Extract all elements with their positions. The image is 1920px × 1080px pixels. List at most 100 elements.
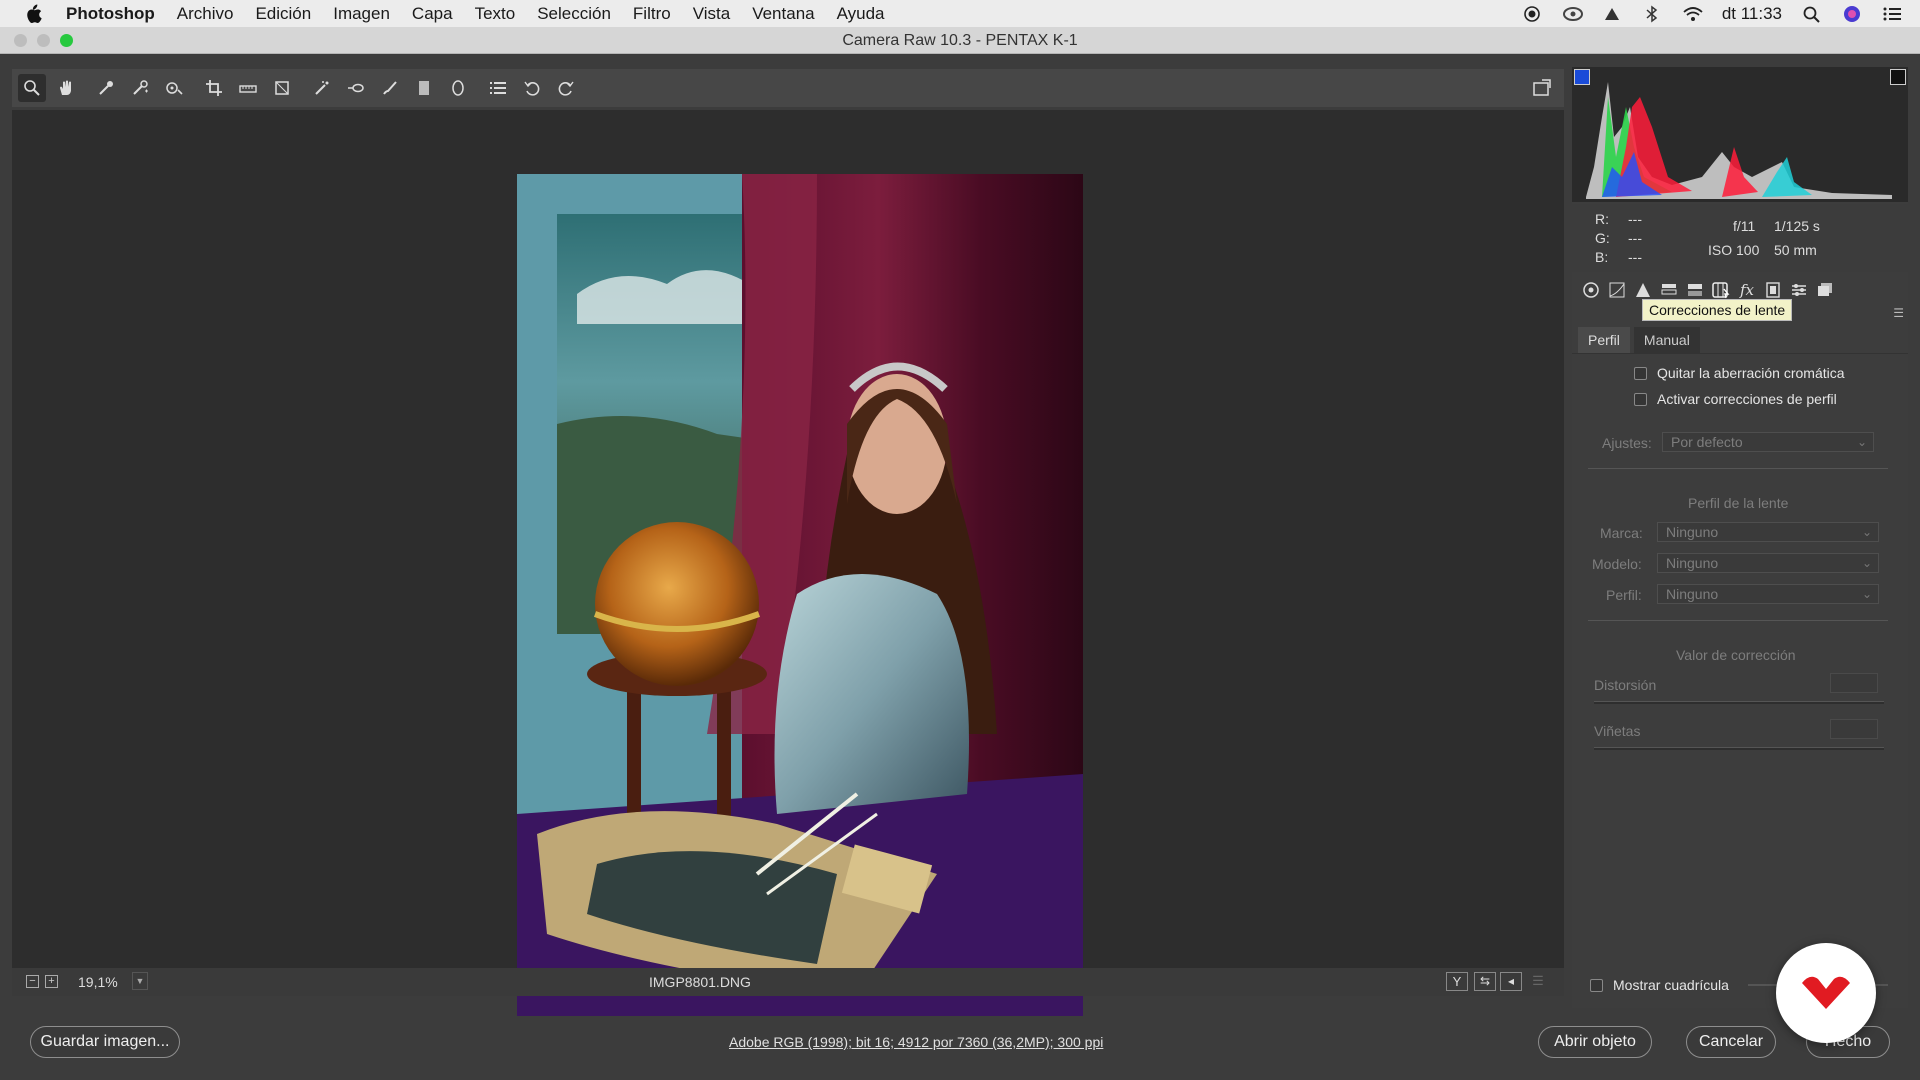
shutter-value: 1/125 s — [1774, 218, 1820, 234]
r-label: R: — [1595, 211, 1609, 227]
open-object-button[interactable]: Abrir objeto — [1538, 1026, 1652, 1058]
spotlight-search-icon[interactable] — [1802, 5, 1822, 23]
menu-app[interactable]: Photoshop — [66, 4, 155, 24]
zoom-out-icon[interactable]: − — [26, 975, 39, 988]
zoom-dropdown-chevron-icon[interactable]: ▼ — [132, 972, 148, 990]
creative-cloud-icon[interactable] — [1562, 5, 1583, 23]
menu-capa[interactable]: Capa — [412, 4, 453, 24]
red-eye-tool-icon[interactable] — [342, 74, 370, 102]
menu-filtro[interactable]: Filtro — [633, 4, 671, 24]
copy-settings-icon[interactable]: ◂ — [1500, 972, 1522, 991]
panel-menu-icon[interactable]: ☰ — [1893, 306, 1904, 320]
modelo-value: Ninguno — [1666, 555, 1719, 571]
tab-manual[interactable]: Manual — [1633, 327, 1700, 353]
bluetooth-icon[interactable] — [1642, 5, 1662, 23]
checkbox-label: Quitar la aberración cromática — [1657, 365, 1845, 381]
lens-corrections-icon[interactable] — [1708, 279, 1734, 301]
rotate-right-icon[interactable] — [552, 74, 580, 102]
fullscreen-toggle-icon[interactable] — [1528, 74, 1556, 102]
chevron-down-icon: ⌄ — [1861, 525, 1872, 539]
menu-edicion[interactable]: Edición — [255, 4, 311, 24]
marca-select[interactable]: Ninguno ⌄ — [1657, 522, 1879, 542]
checkbox-box[interactable] — [1590, 978, 1603, 992]
preferences-icon[interactable] — [484, 74, 512, 102]
clock-text[interactable]: dt 11:33 — [1722, 4, 1782, 24]
checkbox-box[interactable] — [1634, 366, 1647, 380]
siri-icon[interactable] — [1842, 5, 1862, 23]
checkbox-label: Mostrar cuadrícula — [1613, 977, 1729, 993]
distortion-slider[interactable] — [1594, 701, 1884, 704]
menu-bar: Photoshop Archivo Edición Imagen Capa Te… — [0, 0, 1920, 27]
notification-center-icon[interactable] — [1882, 5, 1902, 23]
camera-raw-workspace: − + 19,1% ▼ IMGP8801.DNG Y ⇆ ◂ ☰ R: --- … — [0, 55, 1920, 1080]
split-toning-icon[interactable] — [1682, 279, 1708, 301]
menu-texto[interactable]: Texto — [475, 4, 516, 24]
hsl-icon[interactable] — [1656, 279, 1682, 301]
color-sampler-tool-icon[interactable] — [126, 74, 154, 102]
vignette-slider[interactable] — [1594, 747, 1884, 750]
tone-curve-icon[interactable] — [1604, 279, 1630, 301]
basic-panel-icon[interactable] — [1578, 279, 1604, 301]
swap-settings-icon[interactable]: ⇆ — [1474, 972, 1496, 991]
cancel-button[interactable]: Cancelar — [1686, 1026, 1776, 1058]
straighten-tool-icon[interactable] — [234, 74, 262, 102]
zoom-window-button[interactable] — [60, 34, 73, 47]
r-value: --- — [1628, 211, 1642, 227]
distortion-value-field[interactable] — [1830, 673, 1878, 693]
minimize-window-button[interactable] — [37, 34, 50, 47]
zoom-level[interactable]: 19,1% — [78, 974, 118, 990]
detail-icon[interactable] — [1630, 279, 1656, 301]
vignette-value-field[interactable] — [1830, 719, 1878, 739]
show-grid-checkbox[interactable]: Mostrar cuadrícula — [1590, 977, 1729, 993]
apple-icon[interactable] — [24, 4, 44, 24]
modelo-select[interactable]: Ninguno ⌄ — [1657, 553, 1879, 573]
wifi-icon[interactable] — [1682, 5, 1703, 23]
menu-ayuda[interactable]: Ayuda — [837, 4, 885, 24]
modelo-label: Modelo: — [1592, 556, 1642, 572]
menu-seleccion[interactable]: Selección — [537, 4, 611, 24]
iso-value: ISO 100 — [1708, 242, 1760, 258]
enable-profile-corrections-checkbox[interactable]: Activar correcciones de perfil — [1634, 391, 1837, 407]
remove-chromatic-aberration-checkbox[interactable]: Quitar la aberración cromática — [1634, 365, 1845, 381]
zoom-tool-icon[interactable] — [18, 74, 46, 102]
hand-tool-icon[interactable] — [52, 74, 80, 102]
adjustment-brush-icon[interactable] — [376, 74, 404, 102]
zoom-in-icon[interactable]: + — [45, 975, 58, 988]
g-label: G: — [1595, 230, 1610, 246]
perfil-select[interactable]: Ninguno ⌄ — [1657, 584, 1879, 604]
snapshots-icon[interactable] — [1812, 279, 1838, 301]
graduated-filter-icon[interactable] — [410, 74, 438, 102]
presets-icon[interactable] — [1786, 279, 1812, 301]
rotate-left-icon[interactable] — [518, 74, 546, 102]
checkbox-box[interactable] — [1634, 392, 1647, 406]
white-balance-tool-icon[interactable] — [92, 74, 120, 102]
radial-filter-icon[interactable] — [444, 74, 472, 102]
watermark-logo — [1776, 943, 1876, 1043]
image-preview-area[interactable] — [12, 110, 1564, 1021]
menu-imagen[interactable]: Imagen — [333, 4, 390, 24]
camera-calibration-icon[interactable] — [1760, 279, 1786, 301]
save-image-button[interactable]: Guardar imagen... — [30, 1026, 180, 1058]
correction-heading: Valor de corrección — [1676, 647, 1796, 663]
lens-tabs: Perfil Manual — [1578, 327, 1700, 353]
b-value: --- — [1628, 249, 1642, 265]
crop-tool-icon[interactable] — [200, 74, 228, 102]
histogram-graph — [1586, 82, 1892, 199]
aperture-value: f/11 — [1733, 218, 1756, 234]
before-after-icon[interactable]: Y — [1446, 972, 1468, 991]
transform-tool-icon[interactable] — [268, 74, 296, 102]
spot-removal-tool-icon[interactable] — [308, 74, 336, 102]
workflow-options-link[interactable]: Adobe RGB (1998); bit 16; 4912 por 7360 … — [729, 1034, 1103, 1050]
toggle-settings-icon[interactable]: ☰ — [1528, 973, 1548, 990]
record-icon[interactable] — [1522, 5, 1542, 23]
preview-status-bar: − + 19,1% ▼ IMGP8801.DNG Y ⇆ ◂ ☰ — [12, 968, 1564, 996]
menu-archivo[interactable]: Archivo — [177, 4, 234, 24]
tab-perfil[interactable]: Perfil — [1578, 327, 1630, 353]
menu-vista[interactable]: Vista — [693, 4, 731, 24]
menu-ventana[interactable]: Ventana — [752, 4, 814, 24]
targeted-adjustment-tool-icon[interactable] — [160, 74, 188, 102]
close-window-button[interactable] — [14, 34, 27, 47]
effects-fx-icon[interactable]: fx — [1734, 279, 1760, 301]
extension-icon[interactable] — [1602, 5, 1622, 23]
ajustes-select[interactable]: Por defecto ⌄ — [1662, 432, 1874, 452]
